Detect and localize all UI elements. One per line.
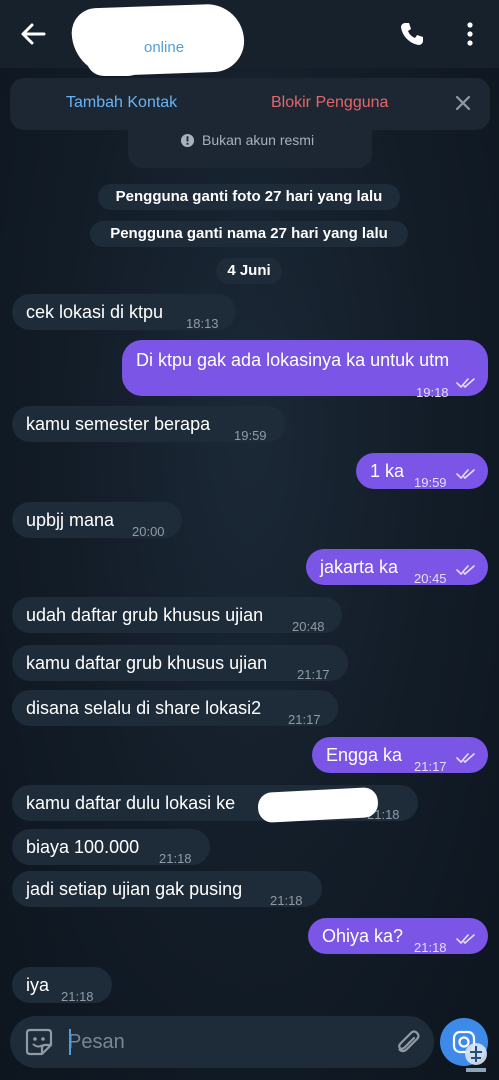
- message-time: 20:45: [414, 571, 447, 586]
- message-text: kamu daftar dulu lokasi ke: [26, 793, 236, 813]
- message-time: 21:17: [297, 667, 330, 682]
- arrow-left-icon[interactable]: [16, 20, 50, 48]
- service-message: Pengguna ganti nama 27 hari yang lalu: [90, 221, 408, 247]
- sticker-icon[interactable]: [24, 1027, 54, 1057]
- message-incoming[interactable]: cek lokasi di ktpu 18:13: [12, 294, 236, 331]
- message-outgoing[interactable]: Di ktpu gak ada lokasinya ka untuk utm 1…: [122, 340, 488, 400]
- message-time: 21:18: [270, 893, 303, 908]
- message-time: 18:13: [186, 316, 219, 331]
- message-text: cek lokasi di ktpu: [26, 302, 164, 322]
- close-icon[interactable]: [454, 94, 472, 112]
- more-vertical-icon[interactable]: [460, 20, 480, 48]
- block-user-button[interactable]: Blokir Pengguna: [271, 94, 388, 112]
- official-notice-pill: Bukan akun resmi: [128, 128, 372, 168]
- text-caret: [69, 1029, 71, 1055]
- service-message: Pengguna ganti foto 27 hari yang lalu: [98, 184, 400, 210]
- message-text: jadi setiap ujian gak pusing: [26, 879, 243, 899]
- redacted-avatar: [86, 40, 146, 76]
- message-text: biaya 100.000: [26, 837, 140, 857]
- message-time: 19:59: [414, 475, 447, 490]
- message-text: iya: [26, 975, 50, 995]
- chat-header: online: [0, 0, 499, 77]
- message-incoming[interactable]: iya 21:18: [12, 967, 112, 1004]
- double-check-icon: [456, 378, 475, 389]
- message-text: Di ktpu gak ada lokasinya ka untuk utm: [136, 350, 450, 370]
- contact-status: online: [144, 39, 185, 56]
- message-incoming[interactable]: kamu semester berapa 19:59: [12, 406, 286, 443]
- chat-screen: online Bukan akun resmi Tambah Kontak Bl…: [0, 0, 499, 1080]
- phone-icon[interactable]: [398, 20, 426, 48]
- message-text: 1 ka: [370, 461, 405, 481]
- message-time: 21:18: [61, 989, 94, 1004]
- message-time: 21:18: [414, 940, 447, 955]
- message-incoming[interactable]: upbjj mana 20:00: [12, 502, 182, 539]
- message-composer: [10, 1016, 434, 1068]
- message-time: 21:17: [414, 759, 447, 774]
- contact-action-bar: Tambah Kontak Blokir Pengguna: [10, 78, 490, 130]
- message-outgoing[interactable]: jakarta ka 20:45: [306, 549, 488, 586]
- paperclip-icon[interactable]: [394, 1028, 422, 1056]
- message-incoming[interactable]: udah daftar grub khusus ujian 20:48: [12, 597, 342, 634]
- message-outgoing[interactable]: 1 ka 19:59: [356, 453, 488, 490]
- add-contact-button[interactable]: Tambah Kontak: [66, 94, 177, 112]
- message-text: udah daftar grub khusus ujian: [26, 605, 264, 625]
- redaction-mark: [257, 786, 379, 824]
- message-text: jakarta ka: [320, 557, 399, 577]
- message-text: kamu daftar grub khusus ujian: [26, 653, 268, 673]
- message-text: Ohiya ka?: [322, 926, 404, 946]
- message-outgoing[interactable]: Ohiya ka? 21:18: [308, 918, 488, 955]
- message-time: 20:00: [132, 524, 165, 539]
- message-text: kamu semester berapa: [26, 414, 211, 434]
- message-time: 19:18: [416, 385, 449, 400]
- message-text: Engga ka: [326, 745, 403, 765]
- double-check-icon: [456, 934, 475, 945]
- info-icon: [180, 133, 195, 148]
- message-time: 19:59: [234, 428, 267, 443]
- message-outgoing[interactable]: Engga ka 21:17: [312, 737, 488, 774]
- message-text: disana selalu di share lokasi2: [26, 698, 262, 718]
- message-incoming[interactable]: biaya 100.000 21:18: [12, 829, 210, 866]
- message-input[interactable]: [68, 1028, 368, 1056]
- message-text: upbjj mana: [26, 510, 115, 530]
- double-check-icon: [456, 469, 475, 480]
- message-incoming[interactable]: disana selalu di share lokasi2 21:17: [12, 690, 338, 727]
- message-incoming[interactable]: kamu daftar grub khusus ujian 21:17: [12, 645, 348, 682]
- date-separator: 4 Juni: [216, 258, 282, 284]
- app-logo-watermark: [465, 1043, 487, 1072]
- double-check-icon: [456, 753, 475, 764]
- message-time: 20:48: [292, 619, 325, 634]
- official-notice-text: Bukan akun resmi: [202, 132, 315, 148]
- double-check-icon: [456, 565, 475, 576]
- message-time: 21:17: [288, 712, 321, 727]
- message-incoming[interactable]: jadi setiap ujian gak pusing 21:18: [12, 871, 322, 908]
